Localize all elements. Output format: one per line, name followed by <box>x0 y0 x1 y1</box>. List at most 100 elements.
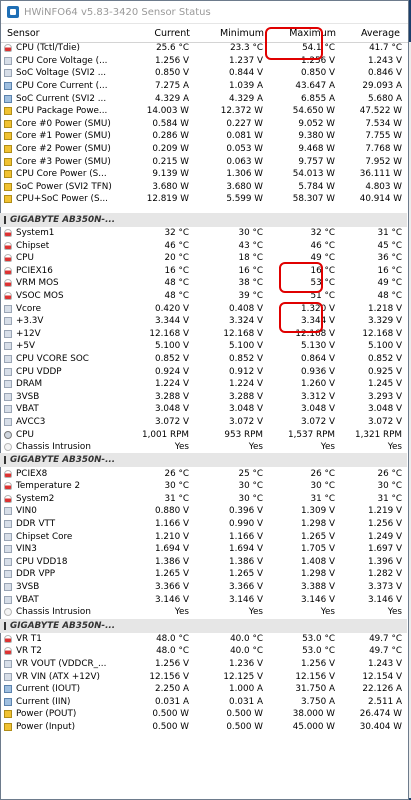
sensor-label: CPU VCORE SOC <box>16 353 89 364</box>
sensor-name-cell: Chipset Core <box>0 531 118 543</box>
sensor-row[interactable]: PCIEX16 16 °C 16 °C 16 °C 16 °C <box>0 265 407 278</box>
column-header-current[interactable]: Current <box>119 28 193 39</box>
sensor-row[interactable]: CPU Core Voltage (... 1.256 V 1.237 V 1.256… <box>0 55 407 68</box>
sensor-name-cell: PCIEX8 <box>0 468 118 480</box>
sensor-row[interactable]: Chassis Intrusion Yes Yes Yes Yes <box>0 606 407 619</box>
sensor-row[interactable]: Power (POUT) 0.500 W 0.500 W 38.000 W 26.474… <box>0 708 407 721</box>
sensor-row[interactable]: CPU Package Powe... 14.003 W 12.372 W 54.65… <box>0 105 407 118</box>
sensor-row[interactable]: Core #3 Power (SMU) 0.215 W 0.063 W 9.757 W… <box>0 155 407 168</box>
sensor-name-cell: VSOC MOS <box>0 290 118 302</box>
power-icon <box>4 710 12 719</box>
section-header[interactable]: GIGABYTE AB350N-... <box>0 453 407 468</box>
sensor-row[interactable]: AVCC3 3.072 V 3.072 V 3.072 V 3.072 V <box>0 416 407 429</box>
sensor-label: Core #1 Power (SMU) <box>16 131 111 142</box>
sensor-row[interactable]: Chipset Core 1.210 V 1.166 V 1.265 V 1.249 V <box>0 530 407 543</box>
sensor-row[interactable]: Core #0 Power (SMU) 0.584 W 0.227 W 9.052 W… <box>0 118 407 131</box>
average-value: 36.111 W <box>359 169 402 180</box>
sensor-row[interactable]: System2 31 °C 30 °C 31 °C 31 °C <box>0 493 407 506</box>
sensor-row[interactable]: Power (Input) 0.500 W 0.500 W 45.000 W 30.40… <box>0 721 407 734</box>
sensor-row[interactable]: 3VSB 3.366 V 3.366 V 3.388 V 3.373 V <box>0 581 407 594</box>
sensor-label: Temperature 2 <box>16 481 81 492</box>
volt-icon <box>4 532 12 541</box>
sensor-row[interactable]: VIN3 1.694 V 1.694 V 1.705 V 1.697 V <box>0 543 407 556</box>
average-value: 49.7 °C <box>369 646 402 657</box>
sensor-row[interactable]: CPU VDD18 1.386 V 1.386 V 1.408 V 1.396 V <box>0 556 407 569</box>
sensor-row[interactable]: Chipset 46 °C 43 °C 46 °C 45 °C <box>0 239 407 252</box>
sensor-label: VR VOUT (VDDCR_... <box>16 659 107 670</box>
sensor-row[interactable]: CPU VDDP 0.924 V 0.912 V 0.936 V 0.925 V <box>0 365 407 378</box>
minimum-value: 0.053 W <box>226 144 263 155</box>
temp-icon <box>4 482 12 491</box>
sensor-row[interactable]: SoC Voltage (SVI2 ... 0.850 V 0.844 V 0.850… <box>0 67 407 80</box>
sensor-row[interactable]: Temperature 2 30 °C 30 °C 30 °C 30 °C <box>0 480 407 493</box>
sensor-label: +12V <box>16 328 41 339</box>
sensor-row[interactable]: PCIEX8 26 °C 25 °C 26 °C 26 °C <box>0 467 407 480</box>
sensor-row[interactable]: CPU Core Current (... 7.275 A 1.039 A 43.64… <box>0 80 407 93</box>
average-value: 7.755 W <box>365 131 402 142</box>
sensor-row[interactable]: CPU (Tctl/Tdie) 25.6 °C 23.3 °C 54.1 °C 41.7… <box>0 42 407 55</box>
sensor-row[interactable]: VRM MOS 48 °C 38 °C 53 °C 49 °C <box>0 277 407 290</box>
sensor-row[interactable]: 3VSB 3.288 V 3.288 V 3.312 V 3.293 V <box>0 390 407 403</box>
sensor-row[interactable]: SoC Current (SVI2 ... 4.329 A 4.329 A 6.855… <box>0 92 407 105</box>
minimum-value: 12.168 V <box>223 328 263 339</box>
sensor-name-cell: VR VOUT (VDDCR_... <box>0 658 118 670</box>
sensor-row[interactable]: Current (IOUT) 2.250 A 1.000 A 31.750 A 22.1… <box>0 683 407 696</box>
maximum-value: 6.855 A <box>301 93 335 104</box>
sensor-row[interactable]: DDR VTT 1.166 V 0.990 V 1.298 V 1.256 V <box>0 518 407 531</box>
sensor-name-cell: Chassis Intrusion <box>0 441 118 453</box>
minimum-value: 18 °C <box>238 253 263 264</box>
volt-icon <box>4 660 12 669</box>
column-header-sensor[interactable]: Sensor <box>1 28 119 39</box>
sensor-name-cell: +12V <box>0 328 118 340</box>
sensor-row[interactable]: Chassis Intrusion Yes Yes Yes Yes <box>0 441 407 454</box>
sensor-row[interactable]: Core #1 Power (SMU) 0.286 W 0.081 W 9.380 W… <box>0 130 407 143</box>
sensor-row[interactable]: CPU 20 °C 18 °C 49 °C 36 °C <box>0 252 407 265</box>
chip-icon <box>4 621 6 630</box>
maximum-value: 1,537 RPM <box>288 429 335 440</box>
sensor-name-cell: CPU Package Powe... <box>0 105 118 117</box>
sensor-row[interactable]: DDR VPP 1.265 V 1.265 V 1.298 V 1.282 V <box>0 568 407 581</box>
sensor-row[interactable]: Vcore 0.420 V 0.408 V 1.320 V 1.218 V <box>0 302 407 315</box>
sensor-name-cell: System2 <box>0 493 118 505</box>
section-header[interactable]: GIGABYTE AB350N-... <box>0 618 407 633</box>
sensor-row[interactable]: CPU 1,001 RPM 953 RPM 1,537 RPM 1,321 RPM <box>0 428 407 441</box>
title-bar[interactable]: HWiNFO64 v5.83-3420 Sensor Status <box>1 1 408 24</box>
average-value: 29.093 A <box>362 81 402 92</box>
sensor-row[interactable]: DRAM 1.224 V 1.224 V 1.260 V 1.245 V <box>0 378 407 391</box>
power-icon <box>4 132 12 141</box>
sensor-row[interactable]: +12V 12.168 V 12.168 V 12.168 V 12.168 V <box>0 327 407 340</box>
sensor-row[interactable]: VR VIN (ATX +12V) 12.156 V 12.125 V 12.156 … <box>0 670 407 683</box>
sensor-row[interactable]: CPU+SoC Power (S... 12.819 W 5.599 W 58.307… <box>0 193 407 206</box>
sensor-row[interactable]: SoC Power (SVI2 TFN) 3.680 W 3.680 W 5.784 … <box>0 181 407 194</box>
sensor-label: Current (IIN) <box>16 696 71 707</box>
sensor-name-cell: System1 <box>0 227 118 239</box>
sensor-row[interactable]: CPU Core Power (S... 9.139 W 1.306 W 54.013… <box>0 168 407 181</box>
sensor-row[interactable]: +3.3V 3.344 V 3.324 V 3.344 V 3.329 V <box>0 315 407 328</box>
sensor-row[interactable]: VR T1 48.0 °C 40.0 °C 53.0 °C 49.7 °C <box>0 633 407 646</box>
sensor-row[interactable]: VR VOUT (VDDCR_... 1.256 V 1.236 V 1.256 V 1… <box>0 658 407 671</box>
sensor-row[interactable]: Current (IIN) 0.031 A 0.031 A 3.750 A 2.511 … <box>0 696 407 709</box>
sensor-row[interactable]: System1 32 °C 30 °C 32 °C 31 °C <box>0 227 407 240</box>
sensor-row[interactable]: VIN0 0.880 V 0.396 V 1.309 V 1.219 V <box>0 505 407 518</box>
minimum-value: 30 °C <box>238 481 263 492</box>
average-value: 3.146 V <box>368 594 402 605</box>
sensor-row[interactable]: VSOC MOS 48 °C 39 °C 51 °C 48 °C <box>0 290 407 303</box>
column-header-minimum[interactable]: Minimum <box>193 28 267 39</box>
sensor-list[interactable]: CPU (Tctl/Tdie) 25.6 °C 23.3 °C 54.1 °C 41.7… <box>0 42 407 733</box>
sensor-row[interactable]: CPU VCORE SOC 0.852 V 0.852 V 0.864 V 0.852 … <box>0 353 407 366</box>
volt-icon <box>4 380 12 389</box>
sensor-label: PCIEX8 <box>16 468 48 479</box>
current-value: 48 °C <box>164 290 189 301</box>
sensor-row[interactable]: +5V 5.100 V 5.100 V 5.130 V 5.100 V <box>0 340 407 353</box>
sensor-row[interactable]: VR T2 48.0 °C 40.0 °C 53.0 °C 49.7 °C <box>0 645 407 658</box>
sensor-label: System1 <box>16 228 55 239</box>
sensor-label: 3VSB <box>16 391 40 402</box>
column-header-maximum[interactable]: Maximum <box>267 28 339 39</box>
section-header[interactable]: GIGABYTE AB350N-... <box>0 212 407 227</box>
sensor-row[interactable]: VBAT 3.146 V 3.146 V 3.146 V 3.146 V <box>0 593 407 606</box>
column-header-average[interactable]: Average <box>339 28 406 39</box>
sensor-row[interactable]: VBAT 3.048 V 3.048 V 3.048 V 3.048 V <box>0 403 407 416</box>
maximum-value: 1.260 V <box>301 379 335 390</box>
sensor-row[interactable]: Core #2 Power (SMU) 0.209 W 0.053 W 9.468 W… <box>0 143 407 156</box>
sensor-name-cell: CPU+SoC Power (S... <box>0 193 118 205</box>
